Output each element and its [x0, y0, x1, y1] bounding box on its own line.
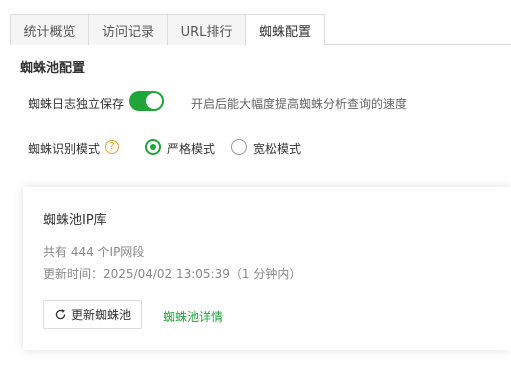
tab-url-ranking-label: URL排行	[180, 24, 233, 40]
tab-spider-config-label: 蜘蛛配置	[258, 25, 311, 40]
tab-spider-config[interactable]: 蜘蛛配置	[245, 14, 325, 46]
section-title: 蜘蛛池配置	[20, 61, 86, 76]
radio-loose-mode-label[interactable]: 宽松模式	[253, 140, 301, 157]
radio-loose-mode[interactable]	[231, 139, 247, 155]
tab-access-log-label: 访问记录	[101, 24, 154, 40]
tab-bar: 统计概览 访问记录 URL排行 蜘蛛配置	[10, 14, 511, 46]
update-spider-pool-button[interactable]: 更新蜘蛛池	[43, 300, 142, 329]
spider-pool-details-link[interactable]: 蜘蛛池详情	[163, 308, 223, 325]
log-toggle-hint: 开启后能大幅度提高蜘蛛分析查询的速度	[191, 97, 408, 111]
toggle-knob	[146, 93, 162, 109]
log-toggle-switch[interactable]	[129, 91, 164, 111]
card-title: 蜘蛛池IP库	[43, 213, 107, 228]
log-toggle-label: 蜘蛛日志独立保存	[28, 97, 125, 111]
updated-time-text: 更新时间：2025/04/02 13:05:39（1 分钟内）	[43, 267, 302, 281]
tab-overview[interactable]: 统计概览	[10, 14, 89, 45]
refresh-icon	[55, 309, 66, 320]
radio-strict-mode[interactable]	[145, 139, 161, 155]
tab-url-ranking[interactable]: URL排行	[167, 14, 246, 45]
radio-strict-mode-label[interactable]: 严格模式	[167, 140, 215, 157]
update-button-label: 更新蜘蛛池	[70, 308, 131, 322]
tab-access-log[interactable]: 访问记录	[88, 14, 168, 45]
tab-overview-label: 统计概览	[23, 24, 76, 40]
question-circle-icon[interactable]: ?	[105, 140, 119, 154]
ip-count-text: 共有 444 个IP网段	[43, 245, 145, 259]
spider-ip-card: 蜘蛛池IP库 共有 444 个IP网段 更新时间：2025/04/02 13:0…	[23, 187, 511, 350]
mode-label: 蜘蛛识别模式	[28, 142, 101, 156]
